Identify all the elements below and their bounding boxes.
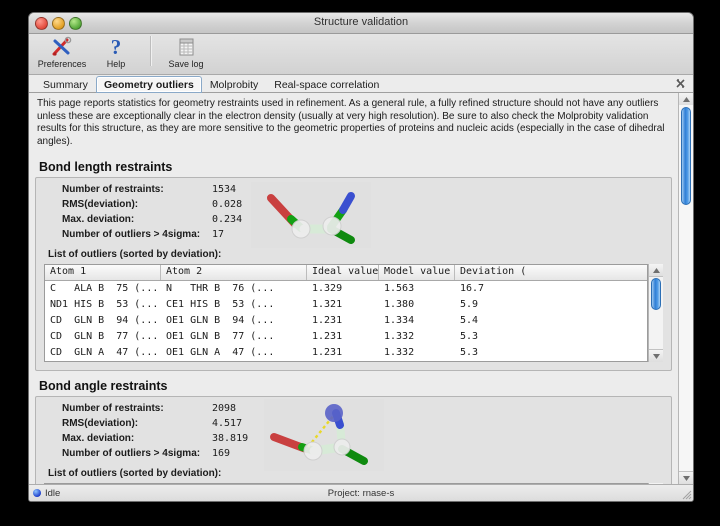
cell-ideal-value: 1.231 [307,345,379,361]
cell-atom2: OE1 GLN A 47 (... [161,345,307,361]
bond-length-molecule-thumbnail [251,182,371,248]
main-window: Structure validation Preferences ? Help [28,12,694,502]
cell-atom1: CD GLN B 77 (... [45,329,161,345]
scroll-up-icon[interactable] [649,264,663,277]
cell-atom1: CD GLN B 94 (... [45,313,161,329]
cell-atom2: OE1 GLN B 77 (... [161,329,307,345]
bond-length-table[interactable]: Atom 1 Atom 2 Ideal value Model value De… [44,264,648,362]
stat-key: RMS(deviation): [62,418,212,429]
page-body: This page reports statistics for geometr… [29,93,693,484]
bond-length-table-wrapper: Atom 1 Atom 2 Ideal value Model value De… [44,264,663,362]
stat-key: RMS(deviation): [62,199,212,210]
bond-length-title: Bond length restraints [39,160,672,174]
svg-text:?: ? [111,36,122,58]
scroll-down-icon[interactable] [679,471,693,484]
page-scrollbar[interactable] [678,93,693,484]
cell-model-value: 1.334 [379,313,455,329]
cell-ideal-value: 1.231 [307,313,379,329]
cell-ideal-value: 1.231 [307,329,379,345]
cell-atom2: OE1 GLN B 94 (... [161,313,307,329]
table-body: C ALA B 75 (... N THR B 76 (... 1.329 1.… [45,281,647,361]
project-label: Project: rnase-s [29,488,693,499]
preferences-label: Preferences [38,59,87,69]
scrollbar-thumb[interactable] [681,107,691,205]
table-header-row: Atom 1 Atom 2 Ideal value Model value De… [45,265,647,281]
cell-deviation: 5.9 [455,297,647,313]
tab-real-space-correlation[interactable]: Real-space correlation [266,76,387,93]
stat-key: Number of outliers > 4sigma: [62,229,212,240]
save-log-label: Save log [168,59,203,69]
stat-key: Number of restraints: [62,184,212,195]
tab-geometry-outliers[interactable]: Geometry outliers [96,76,202,93]
stat-key: Max. deviation: [62,433,212,444]
toolbar: Preferences ? Help [29,34,693,75]
scroll-content: This page reports statistics for geometr… [29,93,678,484]
title-bar[interactable]: Structure validation [29,13,693,34]
column-header-model-value[interactable]: Model value [379,265,455,280]
help-label: Help [107,59,126,69]
bond-angle-panel: Number of restraints: 2098 RMS(deviation… [35,396,672,484]
column-header-atom1[interactable]: Atom 1 [45,265,161,280]
table-row[interactable]: CD GLN A 47 (... OE1 GLN A 47 (... 1.231… [45,345,647,361]
bond-length-panel: Number of restraints: 1534 RMS(deviation… [35,177,672,371]
help-icon: ? [105,36,127,58]
cell-model-value: 1.563 [379,281,455,297]
cell-ideal-value: 1.321 [307,297,379,313]
scroll-down-icon[interactable] [649,349,663,362]
table-row[interactable]: CD GLN B 77 (... OE1 GLN B 77 (... 1.231… [45,329,647,345]
cell-model-value: 1.332 [379,345,455,361]
bond-length-table-scrollbar[interactable] [648,264,663,362]
table-row[interactable]: CD GLN B 94 (... OE1 GLN B 94 (... 1.231… [45,313,647,329]
save-log-button[interactable]: Save log [159,34,213,69]
tab-molprobity[interactable]: Molprobity [202,76,266,93]
help-button[interactable]: ? Help [89,34,143,69]
cell-ideal-value: 1.329 [307,281,379,297]
tab-summary[interactable]: Summary [35,76,96,93]
cell-deviation: 5.3 [455,329,647,345]
stat-key: Number of outliers > 4sigma: [62,448,212,459]
cell-deviation: 5.3 [455,345,647,361]
column-header-ideal-value[interactable]: Ideal value [307,265,379,280]
column-header-atom2[interactable]: Atom 2 [161,265,307,280]
status-bar: Idle Project: rnase-s [29,484,693,501]
stat-key: Number of restraints: [62,403,212,414]
table-row[interactable]: C ALA B 75 (... N THR B 76 (... 1.329 1.… [45,281,647,297]
intro-paragraph: This page reports statistics for geometr… [35,93,672,152]
scrollbar-thumb[interactable] [651,278,661,310]
toolbar-separator [150,36,152,66]
cell-model-value: 1.380 [379,297,455,313]
bond-angle-title: Bond angle restraints [39,379,672,393]
bond-angle-molecule-thumbnail [264,399,384,471]
tab-bar: Summary Geometry outliers Molprobity Rea… [29,75,693,93]
bond-length-list-label: List of outliers (sorted by deviation): [48,249,663,260]
save-log-icon [175,36,197,58]
cell-atom1: ND1 HIS B 53 (... [45,297,161,313]
close-icon[interactable] [675,78,686,89]
cell-deviation: 16.7 [455,281,647,297]
cell-atom1: CD GLN A 47 (... [45,345,161,361]
stat-key: Max. deviation: [62,214,212,225]
cell-atom2: CE1 HIS B 53 (... [161,297,307,313]
cell-deviation: 5.4 [455,313,647,329]
cell-atom1: C ALA B 75 (... [45,281,161,297]
preferences-button[interactable]: Preferences [35,34,89,69]
table-row[interactable]: ND1 HIS B 53 (... CE1 HIS B 53 (... 1.32… [45,297,647,313]
cell-model-value: 1.332 [379,329,455,345]
window-title: Structure validation [29,16,693,28]
cell-atom2: N THR B 76 (... [161,281,307,297]
resize-grip[interactable] [679,487,692,500]
preferences-icon [51,36,73,58]
column-header-deviation[interactable]: Deviation ( [455,265,647,280]
